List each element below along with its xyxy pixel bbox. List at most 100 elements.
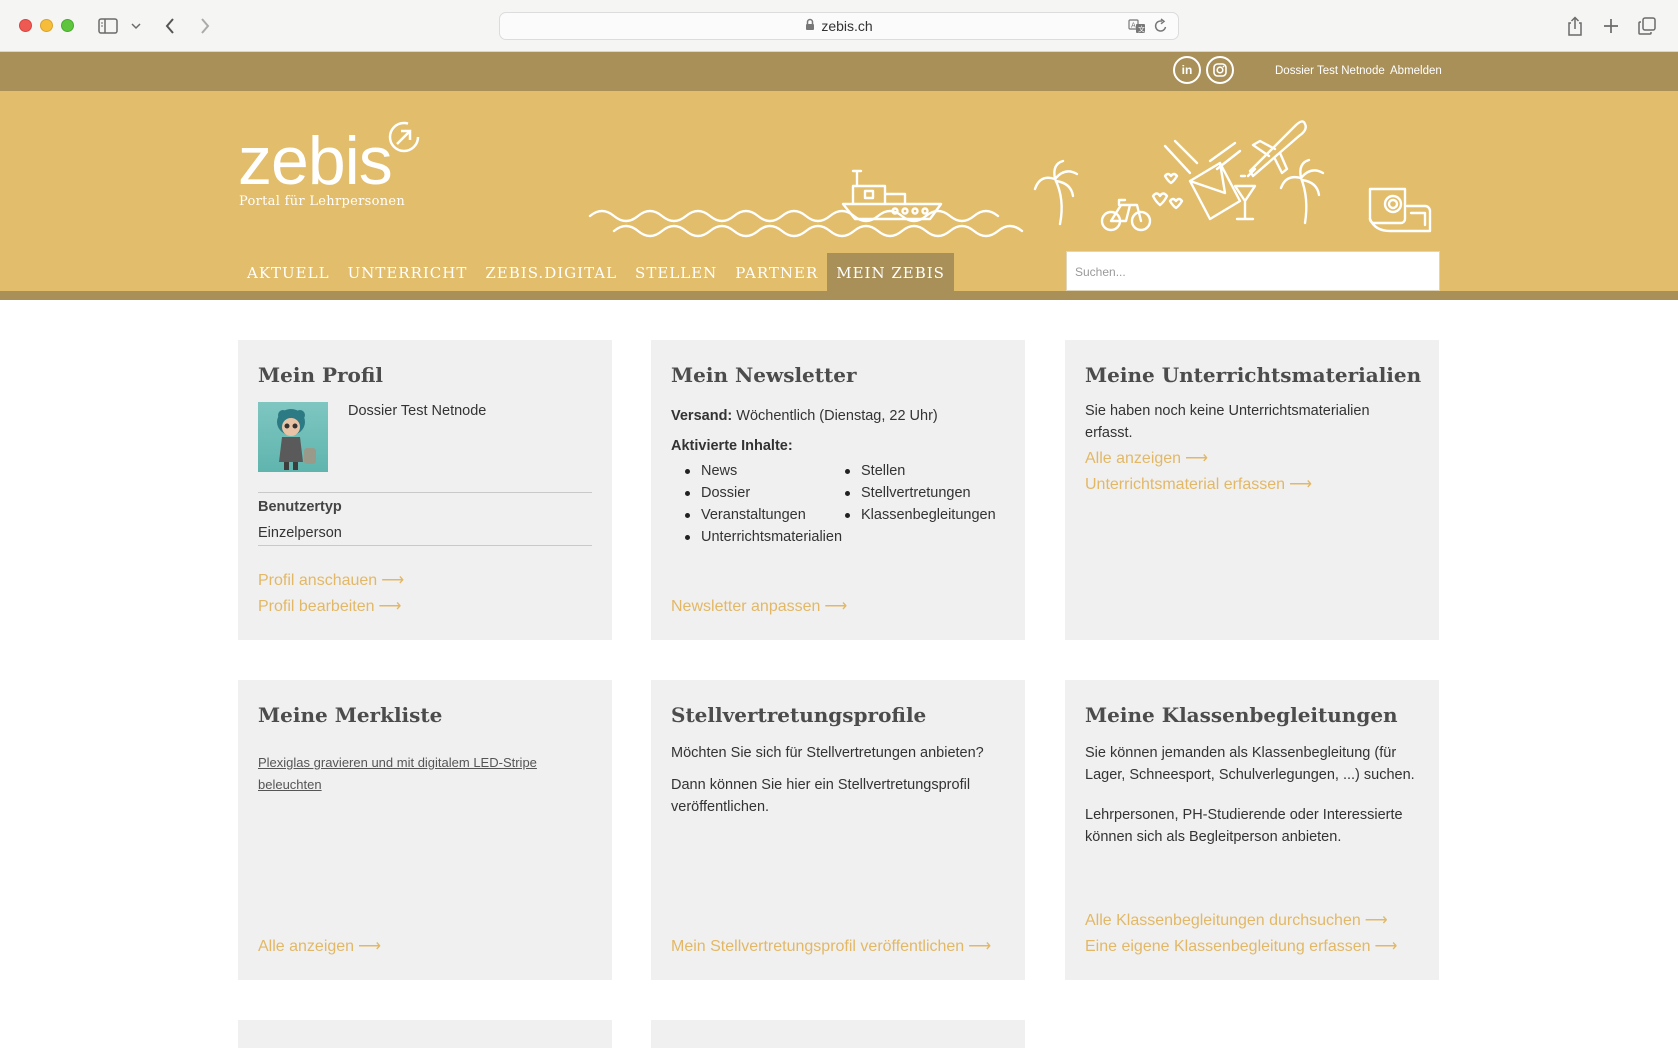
arrow-right-icon: ⟶ — [1374, 938, 1398, 955]
list-item: Stellvertretungen — [831, 482, 996, 504]
arrow-right-icon: ⟶ — [1364, 912, 1388, 929]
arrow-right-icon: ⟶ — [358, 938, 382, 955]
arrow-right-icon: ⟶ — [378, 598, 402, 615]
stellvertretung-publish-link[interactable]: Mein Stellvertretungsprofil veröffentlic… — [671, 936, 991, 956]
nav-item-mein-zebis[interactable]: MEIN ZEBIS — [827, 253, 954, 293]
lock-icon — [805, 18, 815, 34]
user-type-value: Einzelperson — [258, 525, 342, 541]
materials-text: Sie haben noch keine Unterrichtsmaterial… — [1085, 403, 1370, 441]
nav-item-aktuell[interactable]: AKTUELL — [238, 253, 339, 293]
link-label: Unterrichtsmaterial erfassen — [1085, 476, 1286, 493]
card-newsletter: Mein Newsletter Versand: Wöchentlich (Di… — [651, 340, 1025, 640]
site-header: zebis Portal für Lehrpersonen AKTUELL UN… — [0, 91, 1678, 293]
klassen-text-2: Lehrpersonen, PH-Studierende oder Intere… — [1085, 807, 1403, 845]
list-item: Veranstaltungen — [671, 504, 842, 526]
reload-icon[interactable] — [1154, 18, 1168, 37]
nav-item-partner[interactable]: PARTNER — [726, 253, 827, 293]
newsletter-edit-link[interactable]: Newsletter anpassen ⟶ — [671, 596, 847, 616]
merkliste-item-link[interactable]: Plexiglas gravieren und mit digitalem LE… — [258, 752, 558, 796]
new-tab-icon[interactable] — [1601, 13, 1621, 39]
klassen-text-1: Sie können jemanden als Klassenbegleitun… — [1085, 745, 1415, 783]
link-label: Alle anzeigen — [1085, 450, 1182, 467]
link-label: Profil anschauen — [258, 572, 378, 589]
arrow-right-icon: ⟶ — [381, 572, 405, 589]
card-title: Meine Merkliste — [258, 703, 443, 727]
forward-icon[interactable] — [195, 13, 215, 39]
user-profile-link[interactable]: Dossier Test Netnode — [1275, 65, 1385, 77]
profile-edit-link[interactable]: Profil bearbeiten ⟶ — [258, 596, 401, 616]
header-illustration — [588, 120, 1432, 238]
zoom-window-button[interactable] — [61, 19, 74, 32]
content-label: Aktivierte Inhalte: — [671, 438, 793, 454]
chevron-down-icon[interactable] — [130, 13, 142, 39]
browser-toolbar: zebis.ch A文 — [0, 0, 1678, 52]
share-icon[interactable] — [1565, 13, 1585, 39]
arrow-right-icon: ⟶ — [968, 938, 992, 955]
arrow-right-icon: ⟶ — [824, 598, 848, 615]
merkliste-all-link[interactable]: Alle anzeigen ⟶ — [258, 936, 381, 956]
card-title: Mein Profil — [258, 363, 384, 387]
list-item: News — [671, 460, 842, 482]
klassen-add-link[interactable]: Eine eigene Klassenbegleitung erfassen ⟶ — [1085, 936, 1397, 956]
link-label: Profil bearbeiten — [258, 598, 375, 615]
card-title: Stellvertretungsprofile — [671, 703, 927, 727]
versand-label: Versand: — [671, 408, 733, 424]
link-label: Alle anzeigen — [258, 938, 355, 955]
list-item: Unterrichtsmaterialien — [671, 526, 842, 548]
linkedin-icon[interactable]: in — [1173, 56, 1201, 84]
divider — [258, 492, 592, 493]
content-list-2: Stellen Stellvertretungen Klassenbegleit… — [831, 460, 996, 526]
nav-item-stellen[interactable]: STELLEN — [626, 253, 726, 293]
list-item: Klassenbegleitungen — [831, 504, 996, 526]
card-title: Meine Unterrichtsmaterialien — [1085, 363, 1422, 387]
materials-all-link[interactable]: Alle anzeigen ⟶ — [1085, 448, 1208, 468]
sidebar-toggle-icon[interactable] — [96, 13, 120, 39]
tab-overview-icon[interactable] — [1637, 13, 1657, 39]
card-klassenbegleitungen: Meine Klassenbegleitungen Sie können jem… — [1065, 680, 1439, 980]
card-partial-middle — [651, 1020, 1025, 1048]
card-stellvertretung: Stellvertretungsprofile Möchten Sie sich… — [651, 680, 1025, 980]
translate-icon[interactable]: A文 — [1128, 18, 1146, 37]
stellvertretung-text-1: Möchten Sie sich für Stellvertretungen a… — [671, 745, 984, 761]
card-title: Meine Klassenbegleitungen — [1085, 703, 1398, 727]
card-profile: Mein Profil Dossier Test Netnode Benutze… — [238, 340, 612, 640]
logo-arrow-icon — [388, 121, 420, 153]
main-navigation: AKTUELL UNTERRICHT ZEBIS.DIGITAL STELLEN… — [238, 253, 954, 293]
link-label: Newsletter anpassen — [671, 598, 821, 615]
link-label: Alle Klassenbegleitungen durchsuchen — [1085, 912, 1361, 929]
header-divider — [0, 291, 1678, 300]
stellvertretung-text-2: Dann können Sie hier ein Stellvertretung… — [671, 777, 971, 815]
divider — [258, 545, 592, 546]
user-type-label: Benutzertyp — [258, 499, 342, 515]
arrow-right-icon: ⟶ — [1289, 476, 1313, 493]
address-bar[interactable]: zebis.ch A文 — [499, 12, 1179, 40]
versand-value: Wöchentlich (Dienstag, 22 Uhr) — [736, 408, 938, 424]
klassen-search-link[interactable]: Alle Klassenbegleitungen durchsuchen ⟶ — [1085, 910, 1388, 930]
instagram-icon[interactable] — [1206, 56, 1234, 84]
avatar[interactable] — [258, 402, 328, 472]
minimize-window-button[interactable] — [40, 19, 53, 32]
card-title: Mein Newsletter — [671, 363, 857, 387]
url-text: zebis.ch — [821, 18, 873, 34]
svg-text:文: 文 — [1138, 25, 1145, 34]
search-input[interactable]: Suchen... — [1066, 251, 1440, 291]
list-item: Stellen — [831, 460, 996, 482]
profile-view-link[interactable]: Profil anschauen ⟶ — [258, 570, 404, 590]
materials-add-link[interactable]: Unterrichtsmaterial erfassen ⟶ — [1085, 474, 1312, 494]
back-icon[interactable] — [160, 13, 180, 39]
logo-subtitle: Portal für Lehrpersonen — [239, 194, 406, 209]
content-list-1: News Dossier Veranstaltungen Unterrichts… — [671, 460, 842, 548]
profile-name: Dossier Test Netnode — [348, 403, 487, 419]
link-label: Eine eigene Klassenbegleitung erfassen — [1085, 938, 1371, 955]
logout-link[interactable]: Abmelden — [1390, 65, 1442, 77]
card-merkliste: Meine Merkliste Plexiglas gravieren und … — [238, 680, 612, 980]
link-label: Mein Stellvertretungsprofil veröffentlic… — [671, 938, 965, 955]
site-topbar: in Dossier Test Netnode Abmelden — [0, 52, 1678, 91]
list-item: Dossier — [671, 482, 842, 504]
card-partial-left — [238, 1020, 612, 1048]
svg-text:A: A — [1131, 22, 1136, 30]
nav-item-zebis-digital[interactable]: ZEBIS.DIGITAL — [476, 253, 626, 293]
logo[interactable]: zebis — [238, 127, 393, 195]
close-window-button[interactable] — [19, 19, 32, 32]
nav-item-unterricht[interactable]: UNTERRICHT — [339, 253, 477, 293]
